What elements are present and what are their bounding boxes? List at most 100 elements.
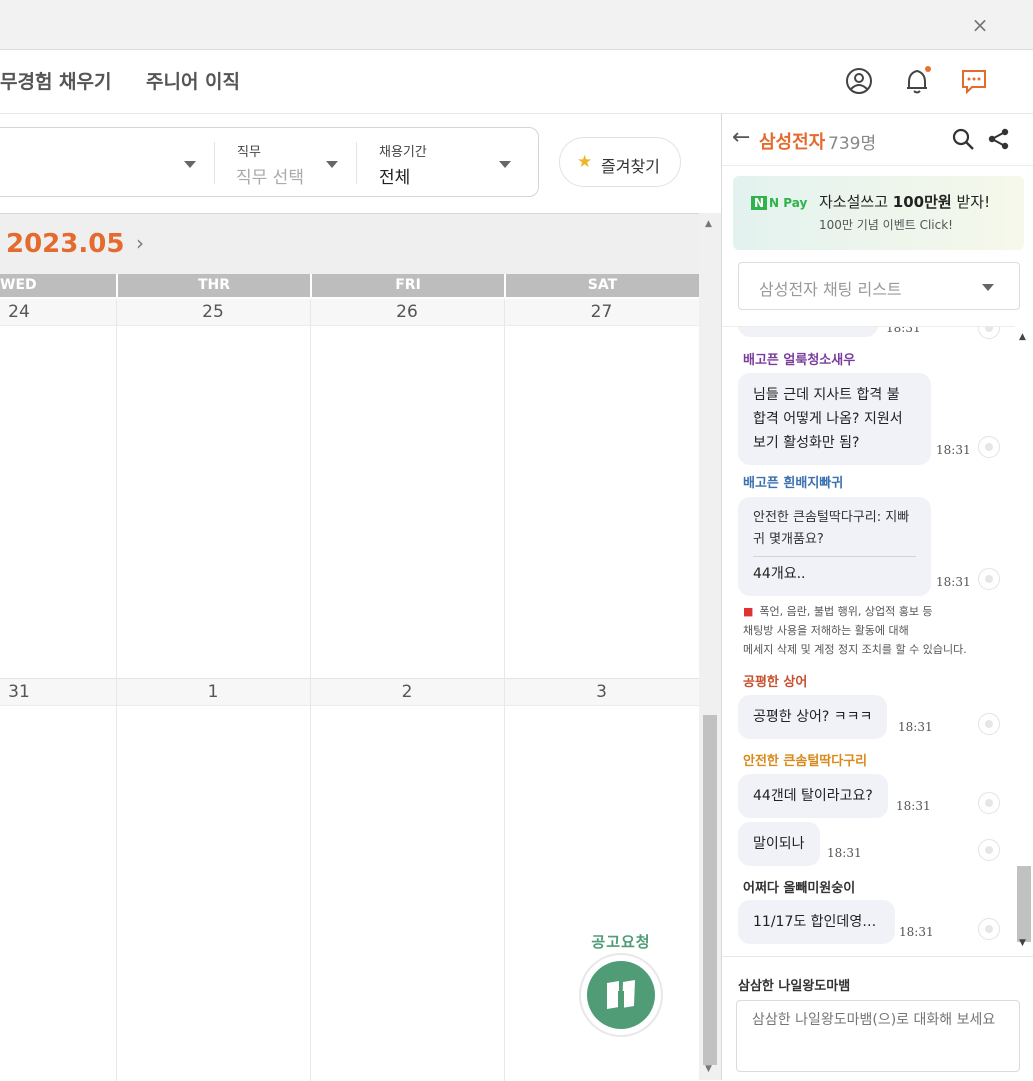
chat-room-name: 삼성전자	[759, 132, 826, 153]
divider	[356, 142, 357, 184]
message-time: 18:31	[886, 326, 921, 335]
week-row: 31 1 2 3	[0, 679, 699, 706]
message-bubble: 11/17도 합인데영…	[738, 900, 895, 944]
reaction-icon[interactable]	[978, 792, 1000, 814]
message-list[interactable]: 18:31 배고픈 얼룩청소새우 님들 근데 지사트 합격 불 합격 어떻게 나…	[722, 326, 1033, 956]
chat-header: ← 삼성전자 739명	[722, 114, 1033, 166]
scrollbar-thumb[interactable]	[703, 715, 717, 1065]
banner-title: 자소설쓰고 100만원 받자!	[819, 193, 991, 211]
back-arrow-icon[interactable]: ←	[732, 125, 750, 150]
notification-bell-icon[interactable]	[903, 66, 931, 95]
chat-list-select[interactable]: 삼성전자 채팅 리스트	[738, 262, 1020, 310]
chat-message-input[interactable]	[736, 1000, 1020, 1072]
message-nickname: 어쩌다 올빼미원숭이	[743, 881, 856, 896]
message-time: 18:31	[899, 925, 934, 939]
search-icon[interactable]	[951, 127, 975, 155]
member-count: 739명	[828, 134, 877, 154]
reaction-icon[interactable]	[978, 918, 1000, 940]
my-nickname: 삼삼한 나일왕도마뱀	[738, 979, 851, 994]
scroll-down-icon[interactable]: ▼	[705, 1064, 712, 1074]
message-nickname: 배고픈 흰배지빠귀	[743, 476, 844, 491]
scrollbar-thumb[interactable]	[1017, 866, 1031, 942]
message-time: 18:31	[898, 720, 933, 734]
job-filter-value: 직무 선택	[236, 168, 304, 188]
notice-flag-icon: ■	[743, 605, 754, 618]
close-icon[interactable]: ×	[967, 11, 993, 39]
star-icon: ★	[577, 152, 593, 172]
reaction-icon[interactable]	[978, 327, 1000, 339]
weekday-label: FRI	[395, 277, 421, 293]
divider	[214, 142, 215, 184]
job-request-label: 공고요청	[591, 933, 651, 951]
week-row: 24 25 26 27	[0, 299, 699, 326]
date-cell[interactable]: 3	[504, 682, 699, 702]
chat-panel: ← 삼성전자 739명 NN Pay 자소설쓰고 100만원 받자! 100만 …	[721, 114, 1033, 1080]
job-filter-label: 직무	[237, 145, 261, 160]
next-month-icon[interactable]: ›	[136, 231, 144, 255]
date-cell[interactable]: 26	[310, 302, 504, 322]
chat-list-placeholder: 삼성전자 채팅 리스트	[759, 280, 902, 299]
weekday-header: WED THR FRI SAT	[0, 274, 699, 297]
divider	[116, 299, 117, 1081]
message-nickname: 배고픈 얼룩청소새우	[743, 353, 856, 368]
date-cell[interactable]: 27	[504, 302, 699, 322]
period-filter-value: 전체	[379, 168, 411, 188]
weekday-label: THR	[197, 277, 231, 293]
top-nav: 무경험 채우기 주니어 이직	[0, 50, 1033, 114]
window-titlebar: ×	[0, 0, 1033, 50]
scroll-up-icon[interactable]: ▲	[1019, 332, 1026, 342]
nav-item-inexperienced[interactable]: 무경험 채우기	[0, 67, 112, 94]
date-cell[interactable]: 24	[0, 302, 38, 322]
message-time: 18:31	[936, 575, 971, 589]
scroll-down-icon[interactable]: ▼	[1019, 938, 1026, 948]
quoted-message: 안전한 큰솜털딱다구리: 지빠귀 몇개품요?	[753, 507, 916, 557]
chevron-down-icon	[326, 161, 338, 168]
message-bubble: 44갠데 탈이라고요?	[738, 774, 888, 818]
period-filter-label: 채용기간	[379, 145, 427, 160]
message-bubble: 님들 근데 지사트 합격 불 합격 어떻게 나옴? 지원서 보기 활성화만 됨?	[738, 373, 931, 465]
date-cell[interactable]: 31	[0, 682, 38, 702]
chevron-down-icon	[982, 284, 994, 291]
chat-scrollbar[interactable]: ▲ ▼	[1015, 326, 1033, 956]
weekday-label: WED	[0, 277, 37, 293]
notification-dot	[925, 66, 931, 72]
month-title: 2023.05	[6, 229, 125, 259]
scroll-up-icon[interactable]: ▲	[705, 219, 712, 229]
message-text: 44개요..	[753, 566, 806, 582]
message-nickname: 공평한 상어	[743, 675, 808, 690]
profile-icon[interactable]	[845, 67, 873, 95]
message-time: 18:31	[936, 443, 971, 457]
message-bubble	[738, 327, 878, 337]
event-banner[interactable]: NN Pay 자소설쓰고 100만원 받자! 100만 기념 이벤트 Click…	[733, 176, 1024, 250]
favorites-button[interactable]: ★ 즐겨찾기	[559, 137, 681, 187]
message-bubble: 공평한 상어? ㅋㅋㅋ	[738, 695, 888, 739]
calendar-header: 2023.05 ›	[0, 214, 699, 274]
date-cell[interactable]: 25	[116, 302, 310, 322]
weekday-label: SAT	[587, 277, 618, 293]
filter-bar: 직무 직무 선택 채용기간 전체	[0, 127, 539, 197]
favorites-label: 즐겨찾기	[601, 157, 660, 176]
message-time: 18:31	[827, 846, 862, 860]
reaction-icon[interactable]	[978, 436, 1000, 458]
reaction-icon[interactable]	[978, 839, 1000, 861]
flag-icon	[587, 961, 655, 1029]
chat-notice: ■ 폭언, 음란, 불법 행위, 상업적 홍보 등 채팅방 사용을 저해하는 활동…	[743, 605, 967, 656]
chat-composer: 삼삼한 나일왕도마뱀	[722, 956, 1033, 1080]
divider	[310, 299, 311, 1081]
reaction-icon[interactable]	[978, 713, 1000, 735]
date-cell[interactable]: 2	[310, 682, 504, 702]
chevron-down-icon[interactable]	[184, 161, 196, 168]
date-cell[interactable]: 1	[116, 682, 310, 702]
message-nickname: 안전한 큰솜털딱다구리	[743, 754, 868, 769]
share-icon[interactable]	[987, 127, 1011, 155]
message-time: 18:31	[896, 799, 931, 813]
message-bubble: 안전한 큰솜털딱다구리: 지빠귀 몇개품요? 44개요..	[738, 497, 931, 596]
nav-item-junior-transfer[interactable]: 주니어 이직	[146, 67, 240, 94]
message-bubble: 말이되나	[738, 822, 820, 866]
reaction-icon[interactable]	[978, 568, 1000, 590]
calendar-scrollbar[interactable]: ▲ ▼	[699, 213, 721, 1080]
banner-subtitle: 100만 기념 이벤트 Click!	[819, 218, 953, 232]
chevron-down-icon	[499, 161, 511, 168]
job-request-button[interactable]	[579, 953, 663, 1037]
chat-icon[interactable]	[960, 67, 988, 95]
